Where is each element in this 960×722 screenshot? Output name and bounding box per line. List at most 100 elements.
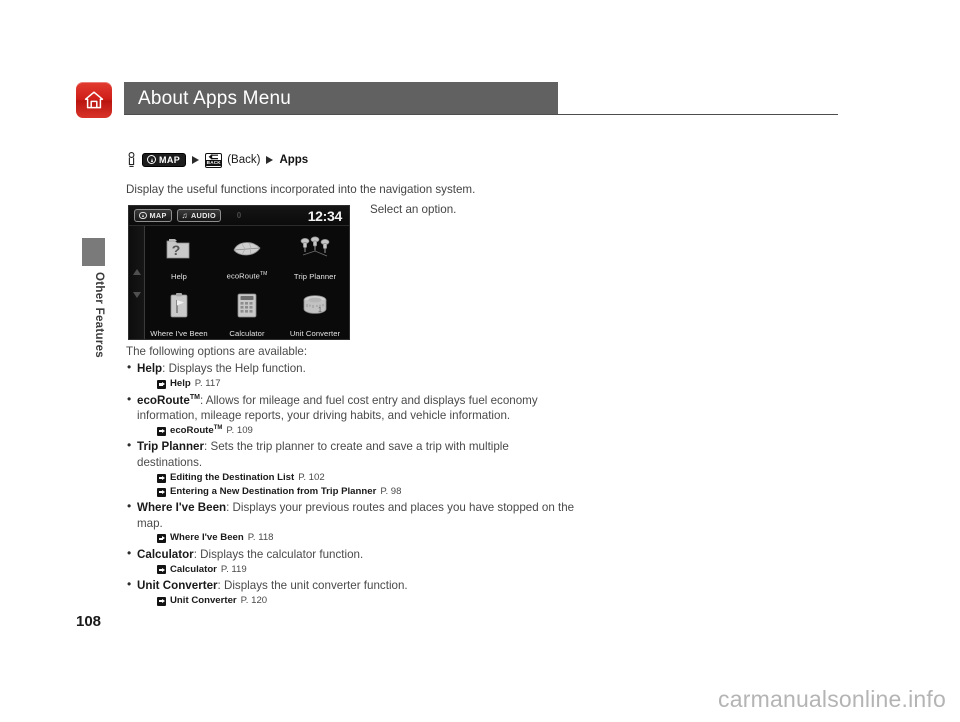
help-folder-icon: ? — [145, 226, 213, 272]
option-item: Help: Displays the Help function.HelpP. … — [126, 360, 576, 391]
map-compass-icon — [147, 155, 156, 164]
nav-apps-grid: ? Help ecoRouteTM Trip Planner Where I'v… — [145, 226, 349, 339]
options-section: The following options are available: Hel… — [126, 344, 576, 609]
chapter-tab-marker — [82, 238, 105, 266]
nav-app-calculator[interactable]: Calculator — [213, 283, 281, 339]
option-line: Trip Planner: Sets the trip planner to c… — [126, 438, 576, 470]
reference-title: Where I've Been — [170, 532, 244, 544]
clipboard-flag-icon — [145, 283, 213, 329]
nav-clock: 12:34 — [307, 207, 343, 224]
nav-screen-body: ? Help ecoRouteTM Trip Planner Where I'v… — [129, 226, 349, 339]
reference-page: P. 120 — [240, 594, 268, 606]
option-line: ecoRouteTM: Allows for mileage and fuel … — [126, 392, 576, 424]
reference-title: ecoRouteTM — [170, 424, 223, 437]
reference-link[interactable]: Entering a New Destination from Trip Pla… — [157, 486, 576, 499]
nav-app-help[interactable]: ? Help — [145, 226, 213, 283]
nav-app-calculator-label: Calculator — [229, 329, 265, 338]
option-line: Help: Displays the Help function. — [126, 360, 576, 376]
pushpins-icon — [281, 226, 349, 272]
reference-link[interactable]: ecoRouteTM P. 109 — [157, 425, 576, 438]
options-list: Help: Displays the Help function.HelpP. … — [126, 360, 576, 608]
goto-reference-icon — [157, 565, 166, 575]
reference-title: Calculator — [170, 563, 217, 575]
option-item: Where I've Been: Displays your previous … — [126, 499, 576, 545]
option-item: ecoRouteTM: Allows for mileage and fuel … — [126, 392, 576, 438]
breadcrumb-destination: Apps — [279, 154, 309, 166]
breadcrumb: MAP BACK (Back) Apps — [126, 152, 308, 168]
page-number: 108 — [76, 613, 102, 630]
nav-app-where-ive-been[interactable]: Where I've Been — [145, 283, 213, 339]
nav-app-unit-converter[interactable]: 1 Unit Converter — [281, 283, 349, 339]
nav-app-unit-converter-label: Unit Converter — [289, 329, 341, 338]
reference-list: Unit Converter P. 120 — [126, 595, 576, 608]
goto-reference-icon — [157, 596, 166, 606]
goto-reference-icon — [157, 380, 166, 390]
option-line: Where I've Been: Displays your previous … — [126, 499, 576, 531]
option-name: Calculator — [137, 547, 194, 561]
reference-title: Help — [170, 378, 191, 390]
reference-link[interactable]: Where I've Been P. 118 — [157, 532, 576, 545]
page-header-bar: About Apps Menu — [124, 82, 558, 115]
reference-link[interactable]: Help P. 117 — [157, 378, 576, 391]
reference-title: Editing the Destination List — [170, 471, 295, 483]
reference-page: P. 98 — [380, 485, 402, 497]
tape-measure-icon: 1 — [281, 283, 349, 329]
select-option-note: Select an option. — [370, 203, 457, 216]
breadcrumb-arrow-1 — [192, 156, 200, 164]
option-name: Help — [137, 362, 163, 376]
hand-pointer-icon — [128, 152, 135, 167]
nav-app-trip-planner[interactable]: Trip Planner — [281, 226, 349, 283]
option-description: : Displays the calculator function. — [193, 547, 364, 561]
calculator-icon — [213, 283, 281, 329]
reference-page: P. 102 — [298, 471, 325, 483]
reference-page: P. 109 — [226, 425, 253, 437]
option-line: Calculator: Displays the calculator func… — [126, 546, 576, 562]
nav-app-ecoroute-label: ecoRouteTM — [226, 271, 268, 281]
intro-paragraph: Display the useful functions incorporate… — [126, 183, 476, 196]
goto-reference-icon — [157, 426, 166, 436]
scroll-down-icon[interactable] — [132, 291, 141, 298]
navigation-screen-illustration: MAP ♫ AUDIO 0 12:34 ? Help ecoRouteTM Tr… — [128, 205, 350, 340]
option-line: Unit Converter: Displays the unit conver… — [126, 577, 576, 593]
goto-reference-icon — [157, 473, 166, 483]
map-button-badge[interactable]: MAP — [142, 153, 187, 167]
nav-status-bar: MAP ♫ AUDIO 0 12:34 — [129, 206, 349, 226]
breadcrumb-arrow-2 — [266, 156, 274, 164]
nav-scrollbar[interactable] — [129, 226, 145, 339]
scroll-up-icon[interactable] — [132, 268, 141, 275]
leaf-icon — [213, 226, 281, 271]
option-name: Unit Converter — [137, 578, 218, 592]
reference-trademark: TM — [213, 424, 223, 431]
reference-link[interactable]: Calculator P. 119 — [157, 564, 576, 577]
reference-link[interactable]: Unit Converter P. 120 — [157, 595, 576, 608]
page-title: About Apps Menu — [138, 87, 291, 109]
reference-list: Where I've Been P. 118 — [126, 532, 576, 545]
option-description: : Displays the Help function. — [162, 362, 306, 376]
option-description: : Displays the unit converter function. — [217, 578, 408, 592]
svg-text:1: 1 — [318, 307, 322, 314]
nav-app-trip-planner-label: Trip Planner — [293, 272, 337, 281]
back-button-label: BACK — [205, 159, 222, 166]
reference-page: P. 118 — [247, 532, 274, 544]
svg-text:?: ? — [172, 242, 181, 258]
reference-title: Entering a New Destination from Trip Pla… — [170, 485, 377, 497]
manual-page: About Apps Menu Other Features 108 carma… — [0, 0, 960, 722]
goto-reference-icon — [157, 534, 166, 544]
reference-list: Editing the Destination List P. 102 Enteri… — [126, 472, 576, 499]
option-item: Trip Planner: Sets the trip planner to c… — [126, 438, 576, 499]
back-button-badge[interactable]: BACK — [205, 152, 223, 168]
option-item: Calculator: Displays the calculator func… — [126, 546, 576, 577]
reference-list: Calculator P. 119 — [126, 564, 576, 577]
nav-app-help-label: Help — [170, 272, 188, 281]
reference-list: ecoRouteTM P. 109 — [126, 425, 576, 438]
options-lead: The following options are available: — [126, 345, 308, 358]
option-name: Where I've Been — [137, 501, 227, 515]
nav-app-ecoroute[interactable]: ecoRouteTM — [213, 226, 281, 283]
reference-link[interactable]: Editing the Destination List P. 102 — [157, 472, 576, 485]
site-watermark: carmanualsonline.info — [718, 686, 946, 712]
reference-title: Unit Converter — [170, 594, 237, 606]
back-caption: (Back) — [227, 154, 261, 166]
header-divider — [124, 114, 838, 115]
home-icon — [76, 82, 112, 118]
map-button-label: MAP — [159, 154, 181, 165]
